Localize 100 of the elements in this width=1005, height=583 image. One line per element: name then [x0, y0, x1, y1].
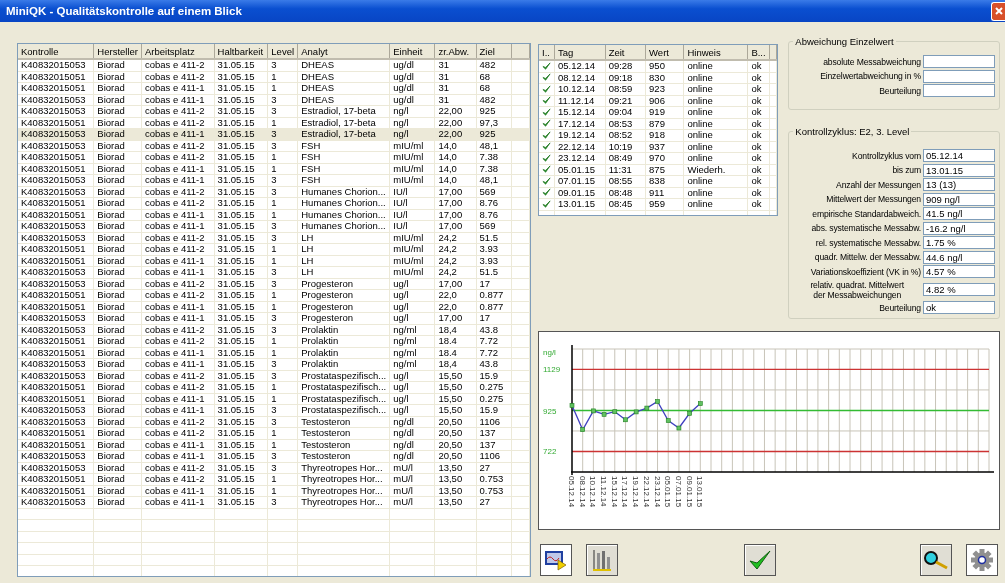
table-cell[interactable]: 959	[645, 198, 684, 210]
table-cell[interactable]: 22.12.14	[554, 141, 606, 153]
table-cell[interactable]: 31	[434, 59, 477, 71]
table-cell[interactable]: 3	[267, 186, 298, 198]
table-cell[interactable]: 1	[267, 473, 298, 485]
table-cell[interactable]: K40832015053	[18, 450, 94, 462]
value-field[interactable]: 44.6 ng/l	[923, 250, 995, 264]
table-cell[interactable]: 0.275	[476, 381, 512, 393]
column-header[interactable]: Arbeitsplatz	[141, 44, 215, 59]
table-cell[interactable]: Progesteron	[297, 278, 390, 290]
table-cell[interactable]: ug/l	[389, 289, 435, 301]
table-cell[interactable]: 31	[434, 94, 477, 106]
table-cell[interactable]: ug/l	[389, 404, 435, 416]
table-cell[interactable]: cobas e 411-2	[141, 151, 215, 163]
table-cell[interactable]: Prolaktin	[297, 324, 390, 336]
table-cell[interactable]: mU/l	[389, 485, 435, 497]
table-cell[interactable]: 1	[267, 485, 298, 497]
value-field[interactable]: 41.5 ng/l	[923, 207, 995, 220]
table-cell[interactable]: 31.05.15	[214, 220, 268, 232]
table-cell[interactable]: mIU/ml	[389, 232, 435, 244]
close-button[interactable]	[991, 1, 1005, 21]
table-cell[interactable]: ng/ml	[389, 358, 435, 370]
table-cell[interactable]: 31.05.15	[214, 197, 268, 209]
table-cell[interactable]: 137	[476, 439, 512, 451]
table-cell[interactable]: online	[683, 60, 748, 72]
table-cell[interactable]: 923	[645, 83, 684, 95]
table-cell[interactable]: 3	[267, 496, 298, 508]
table-cell[interactable]: FSH	[297, 174, 390, 186]
table-cell[interactable]: Thyreotropes Hor...	[297, 462, 390, 474]
table-cell[interactable]: Biorad	[93, 427, 142, 439]
table-cell[interactable]: K40832015051	[18, 335, 94, 347]
table-cell[interactable]: 18.4	[434, 335, 477, 347]
table-cell[interactable]: 3	[267, 416, 298, 428]
table-cell[interactable]: 31.05.15	[214, 289, 268, 301]
table-cell[interactable]: mIU/ml	[389, 174, 435, 186]
value-field[interactable]	[923, 69, 995, 83]
table-cell[interactable]: 31.05.15	[214, 59, 268, 71]
table-cell[interactable]: Progesteron	[297, 312, 390, 324]
table-cell[interactable]: Biorad	[93, 496, 142, 508]
table-cell[interactable]: Biorad	[93, 312, 142, 324]
table-cell[interactable]: 3	[267, 370, 298, 382]
table-cell[interactable]: cobas e 411-2	[141, 278, 215, 290]
table-cell[interactable]: ng/ml	[389, 324, 435, 336]
table-cell[interactable]: 31.05.15	[214, 266, 268, 278]
table-cell[interactable]: ok	[747, 95, 770, 107]
table-cell[interactable]: 07.01.15	[554, 175, 606, 187]
table-cell[interactable]: 15.9	[476, 404, 512, 416]
table-cell[interactable]: ug/dl	[389, 71, 435, 83]
table-cell[interactable]: 31.05.15	[214, 439, 268, 451]
table-cell[interactable]: 31.05.15	[214, 427, 268, 439]
table-cell[interactable]: 31.05.15	[214, 278, 268, 290]
table-cell[interactable]: 31.05.15	[214, 151, 268, 163]
table-cell[interactable]: IU/l	[389, 197, 435, 209]
table-cell[interactable]: cobas e 411-2	[141, 416, 215, 428]
table-cell[interactable]: 3	[267, 324, 298, 336]
table-cell[interactable]: Biorad	[93, 94, 142, 106]
table-cell[interactable]: 31.05.15	[214, 163, 268, 175]
table-cell[interactable]: 22,00	[434, 117, 477, 129]
table-cell[interactable]: 15,50	[434, 381, 477, 393]
table-cell[interactable]: K40832015051	[18, 163, 94, 175]
table-cell[interactable]: Biorad	[93, 393, 142, 405]
table-cell[interactable]: 48,1	[476, 174, 512, 186]
table-cell[interactable]: K40832015051	[18, 71, 94, 83]
table-cell[interactable]: cobas e 411-1	[141, 94, 215, 106]
search-button[interactable]	[920, 544, 952, 576]
table-cell[interactable]: 31.05.15	[214, 105, 268, 117]
table-cell[interactable]: K40832015051	[18, 439, 94, 451]
table-cell[interactable]: cobas e 411-2	[141, 140, 215, 152]
table-cell[interactable]: 830	[645, 72, 684, 84]
table-cell[interactable]: K40832015053	[18, 232, 94, 244]
table-cell[interactable]: 51.5	[476, 232, 512, 244]
table-cell[interactable]: FSH	[297, 163, 390, 175]
table-cell[interactable]: cobas e 411-2	[141, 186, 215, 198]
table-cell[interactable]: Estradiol, 17-beta	[297, 105, 390, 117]
value-field[interactable]: 13 (13)	[923, 178, 995, 191]
table-cell[interactable]: online	[683, 106, 748, 118]
table-cell[interactable]: 09:28	[605, 60, 646, 72]
table-cell[interactable]: cobas e 411-1	[141, 496, 215, 508]
table-cell[interactable]: Biorad	[93, 255, 142, 267]
table-cell[interactable]: 31.05.15	[214, 174, 268, 186]
table-cell[interactable]: 11.12.14	[554, 95, 606, 107]
value-field[interactable]: 909 ng/l	[923, 192, 995, 206]
table-cell[interactable]: ug/dl	[389, 59, 435, 71]
table-cell[interactable]: ug/dl	[389, 82, 435, 94]
table-cell[interactable]: Biorad	[93, 174, 142, 186]
table-cell[interactable]: online	[683, 72, 748, 84]
table-cell[interactable]: 27	[476, 496, 512, 508]
table-cell[interactable]: mIU/ml	[389, 266, 435, 278]
table-cell[interactable]: 919	[645, 106, 684, 118]
table-cell[interactable]: 31.05.15	[214, 94, 268, 106]
column-header[interactable]: Level	[267, 44, 298, 59]
table-cell[interactable]: Progesteron	[297, 301, 390, 313]
table-cell[interactable]: 3	[267, 174, 298, 186]
table-cell[interactable]: ok	[747, 187, 770, 199]
table-cell[interactable]: 08:48	[605, 187, 646, 199]
table-cell[interactable]: 22,0	[434, 301, 477, 313]
table-cell[interactable]: 1	[267, 151, 298, 163]
table-cell[interactable]: K40832015051	[18, 197, 94, 209]
table-cell[interactable]: ug/l	[389, 370, 435, 382]
table-cell[interactable]: Biorad	[93, 197, 142, 209]
